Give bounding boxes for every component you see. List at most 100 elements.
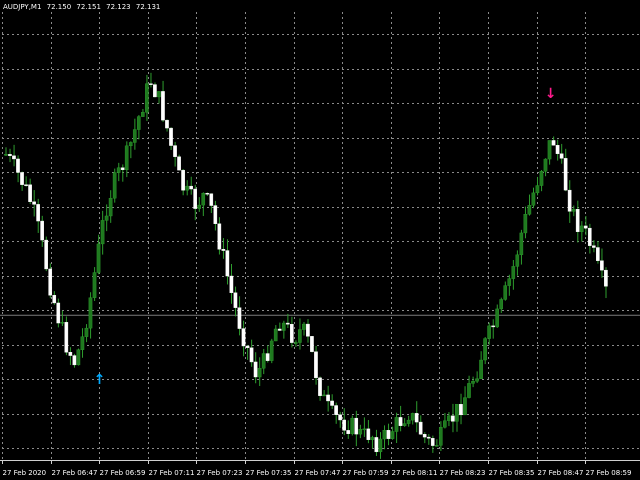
candle-body-up: [487, 325, 491, 339]
candle-body-up: [382, 430, 387, 440]
candle-body-up: [479, 359, 483, 379]
candle-body-up: [499, 299, 504, 310]
x-tick-label: 27 Feb 07:59: [343, 469, 389, 477]
candle: [350, 415, 355, 436]
candle-body-down: [354, 417, 359, 435]
candle-body-down: [153, 84, 157, 98]
candle: [483, 337, 487, 365]
candle-body-up: [261, 353, 266, 369]
candle-body-down: [181, 169, 185, 191]
candle-body-down: [555, 145, 560, 154]
candle-body-down: [366, 428, 371, 440]
candle-body-down: [587, 227, 592, 246]
candle-body-down: [165, 119, 169, 129]
x-tick-label: 27 Feb 07:23: [197, 469, 243, 477]
candle-body-down: [173, 145, 177, 157]
candle-body-up: [438, 427, 443, 446]
candle-body-down: [48, 268, 53, 296]
candle-body-up: [402, 423, 407, 426]
candle-body-down: [386, 430, 391, 439]
candle-body-down: [583, 225, 588, 229]
candle-body-down: [334, 405, 338, 415]
candle-body-down: [56, 302, 61, 324]
candle-body-up: [378, 438, 383, 453]
candle-body-down: [330, 400, 334, 406]
candle-body-up: [547, 140, 552, 160]
candle: [310, 335, 314, 353]
candle-body-down: [169, 127, 173, 146]
candle-body-up: [539, 171, 544, 186]
candle-body-down: [149, 83, 153, 85]
x-tick-label: 27 Feb 07:47: [295, 469, 341, 477]
candle-body-down: [72, 355, 77, 366]
candle-body-up: [350, 417, 355, 434]
candle-body-down: [310, 336, 314, 352]
candle-body-up: [298, 329, 302, 343]
candle-body-up: [4, 154, 8, 156]
x-tick-label: 27 Feb 06:59: [100, 469, 146, 477]
candle-body-up: [471, 381, 475, 384]
symbol-timeframe: AUDJPY,M1: [3, 3, 42, 11]
candle-body-down: [12, 155, 16, 160]
close-price: 72.131: [135, 3, 161, 11]
candle-body-up: [80, 336, 85, 350]
candle-body-up: [128, 142, 133, 147]
candle-body-down: [418, 421, 423, 435]
candle-body-down: [28, 184, 32, 202]
candle-body-down: [604, 269, 608, 287]
candle-body-down: [221, 249, 226, 251]
candle-body-up: [257, 368, 262, 378]
candle-body-down: [253, 361, 258, 378]
candle-body-down: [430, 438, 435, 446]
candle-body-up: [410, 413, 415, 421]
price-chart[interactable]: ↑↓ 27 Feb 2020 27 Feb 06:47 27 Feb 06:59 27…: [0, 0, 640, 480]
candle: [56, 298, 61, 328]
candle-body-up: [467, 383, 471, 398]
chart-header: AUDJPY,M1 72.150 72.151 72.123 72.131: [3, 3, 163, 11]
candle-body-down: [563, 158, 568, 191]
candle-body-up: [116, 167, 121, 173]
candle-body-up: [531, 192, 536, 206]
candle-body-down: [189, 185, 193, 190]
candle-body-down: [237, 307, 242, 329]
candle-body-up: [390, 431, 395, 439]
candle-body-up: [269, 340, 274, 361]
candle-body-down: [217, 223, 222, 250]
candle-body-down: [205, 193, 210, 195]
candle-body-up: [60, 322, 65, 324]
candle-body-up: [322, 394, 326, 397]
candle-body-up: [201, 193, 206, 206]
candle-body-down: [245, 345, 250, 348]
candle-body-up: [394, 417, 399, 432]
candle-body-up: [543, 158, 548, 172]
candle-body-down: [306, 323, 310, 337]
candle-body-up: [88, 297, 93, 329]
x-tick-label: 27 Feb 07:11: [149, 469, 195, 477]
sell-arrow-icon: ↓: [545, 86, 557, 102]
candle-body-up: [483, 338, 487, 361]
candle-body-down: [575, 209, 580, 232]
candle-body-down: [44, 239, 48, 270]
candle-body-up: [495, 308, 499, 328]
candle: [112, 168, 117, 203]
candle-body-up: [141, 112, 145, 117]
candle-body-up: [406, 419, 411, 424]
x-tick-label: 27 Feb 2020: [3, 469, 47, 477]
candle-body-down: [426, 436, 431, 439]
candle-body-down: [491, 325, 495, 328]
candle-body-up: [92, 272, 97, 298]
candle-body-down: [225, 250, 230, 277]
candle-body-up: [527, 205, 532, 215]
candle-body-up: [579, 225, 584, 232]
candle-body-down: [342, 419, 346, 431]
candle-body-down: [596, 247, 600, 261]
candle-body-down: [600, 260, 604, 271]
candle-body-down: [422, 434, 427, 438]
candle-body-down: [567, 189, 572, 212]
candle-body-down: [265, 353, 270, 361]
candle-body-down: [32, 201, 36, 205]
candle: [269, 338, 274, 364]
candle-body-up: [358, 429, 363, 435]
candle-body-down: [52, 295, 57, 304]
candle-body-down: [559, 153, 564, 159]
